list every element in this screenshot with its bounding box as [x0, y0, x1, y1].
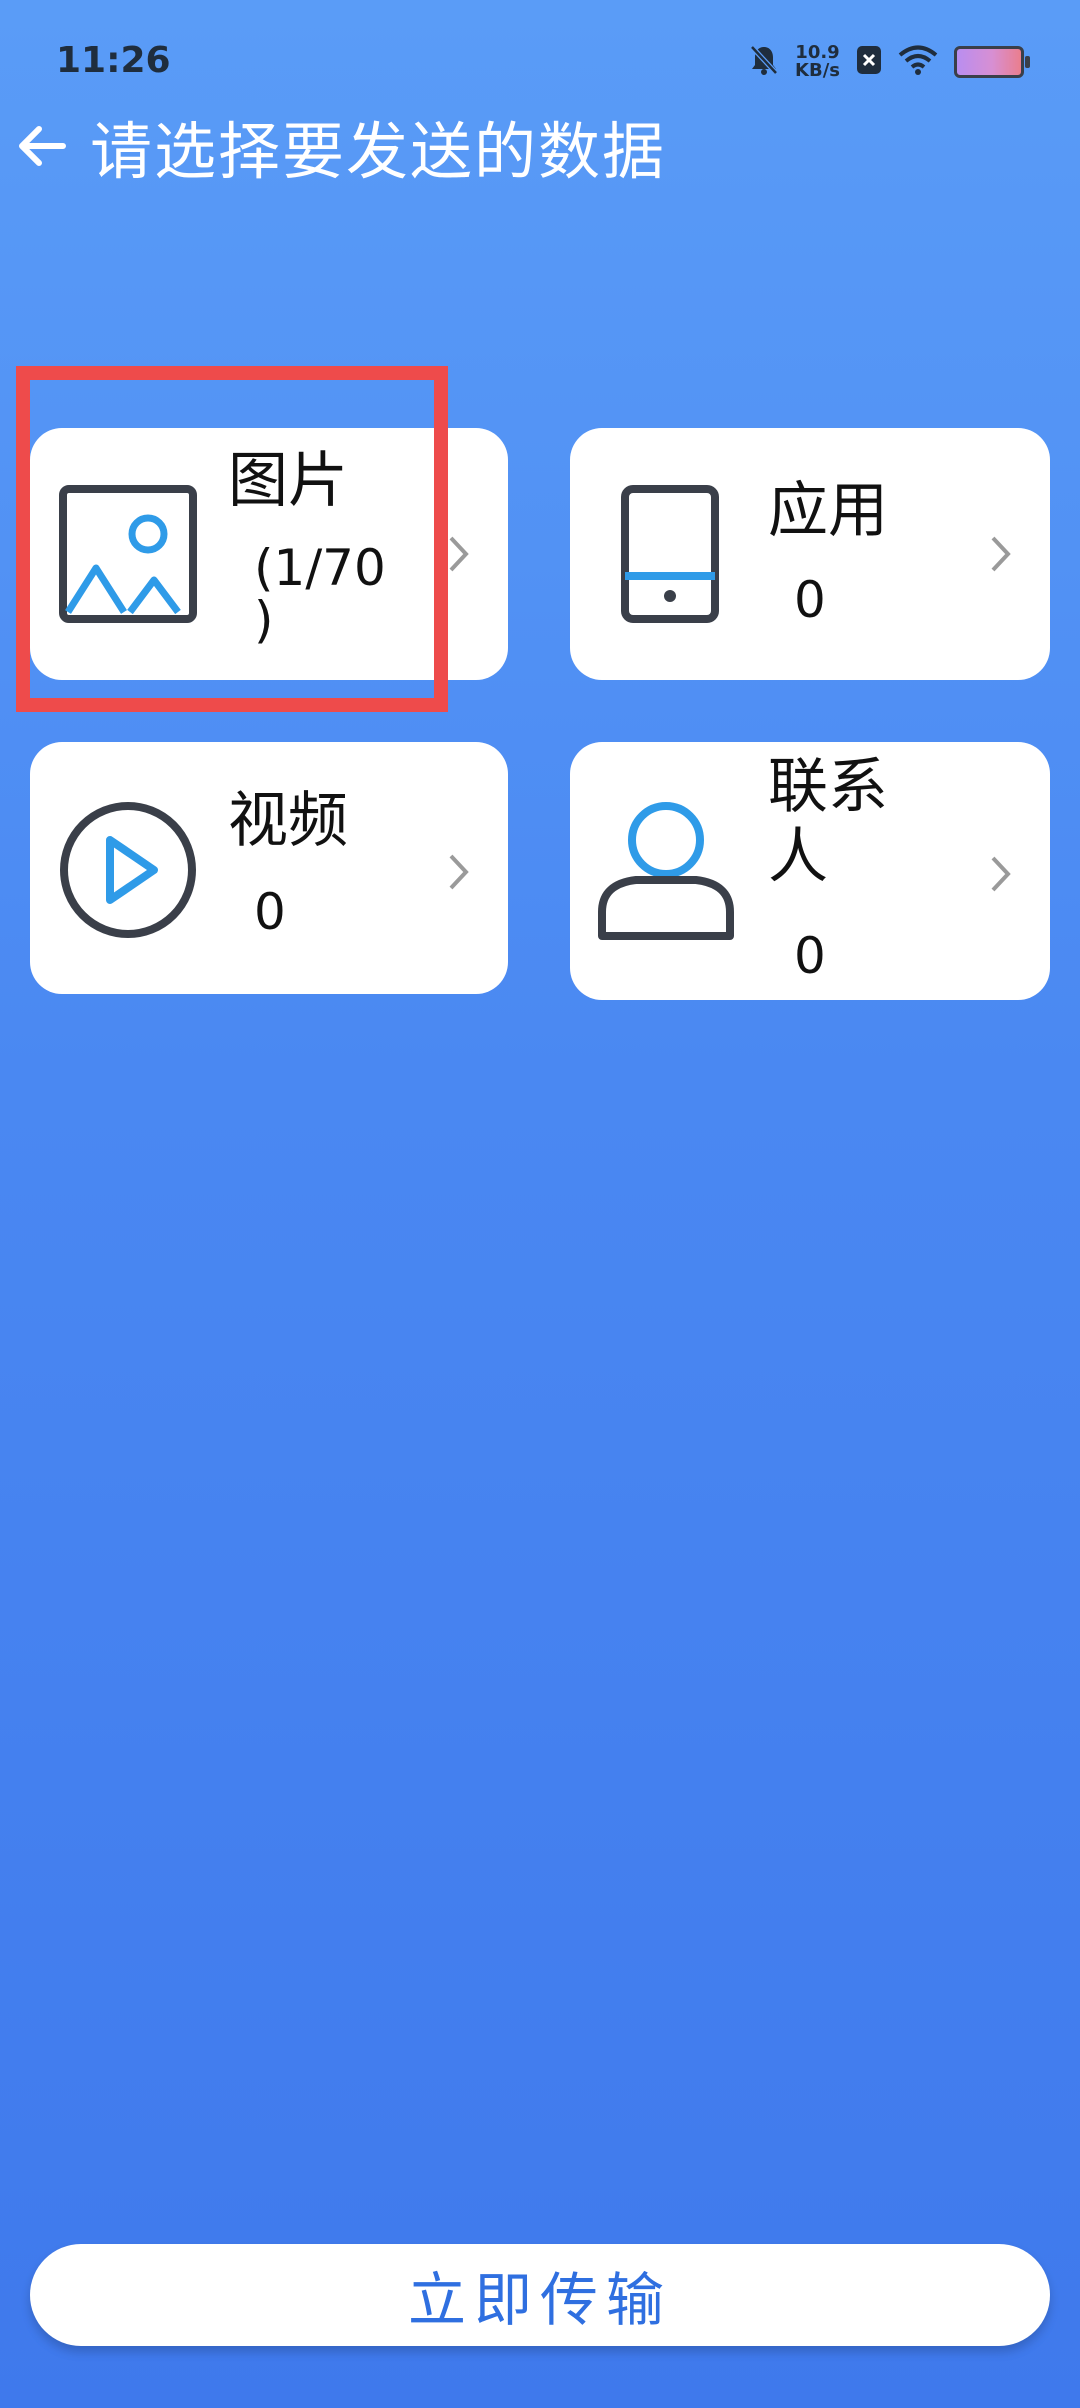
- card-contacts-count: 0: [794, 927, 826, 985]
- card-videos-count: 0: [254, 883, 286, 941]
- card-pictures[interactable]: 图片 (1/70 ): [30, 428, 508, 680]
- transfer-now-button[interactable]: 立即传输: [30, 2244, 1050, 2346]
- app-header: 请选择要发送的数据: [14, 104, 666, 188]
- card-apps[interactable]: 应用 0: [570, 428, 1050, 680]
- card-videos-label: 视频: [228, 786, 348, 856]
- chevron-right-icon: [991, 856, 1011, 892]
- person-icon: [596, 800, 736, 944]
- arrow-left-icon: [19, 126, 66, 166]
- card-apps-count: 0: [794, 571, 826, 629]
- card-pictures-label: 图片: [228, 446, 348, 516]
- status-icons: 10.9 KB/s: [749, 40, 1030, 84]
- status-time: 11:26: [56, 40, 171, 81]
- chevron-right-icon: [991, 536, 1011, 572]
- chevron-right-icon: [449, 536, 469, 572]
- back-button[interactable]: [14, 118, 70, 174]
- phone-app-icon: [620, 484, 720, 628]
- wifi-icon: [898, 44, 938, 80]
- card-contacts[interactable]: 联系 人 0: [570, 742, 1050, 1000]
- chevron-right-icon: [449, 854, 469, 890]
- battery-icon: [954, 46, 1030, 78]
- image-icon: [58, 484, 198, 628]
- x-badge-icon: [856, 45, 882, 79]
- page-title: 请选择要发送的数据: [90, 115, 667, 188]
- card-pictures-count: (1/70 ): [254, 539, 386, 649]
- bell-muted-icon: [749, 44, 779, 80]
- card-apps-label: 应用: [768, 476, 888, 546]
- card-videos[interactable]: 视频 0: [30, 742, 508, 994]
- play-icon: [58, 800, 198, 944]
- card-contacts-label: 联系 人: [768, 752, 888, 892]
- network-speed: 10.9 KB/s: [795, 42, 840, 81]
